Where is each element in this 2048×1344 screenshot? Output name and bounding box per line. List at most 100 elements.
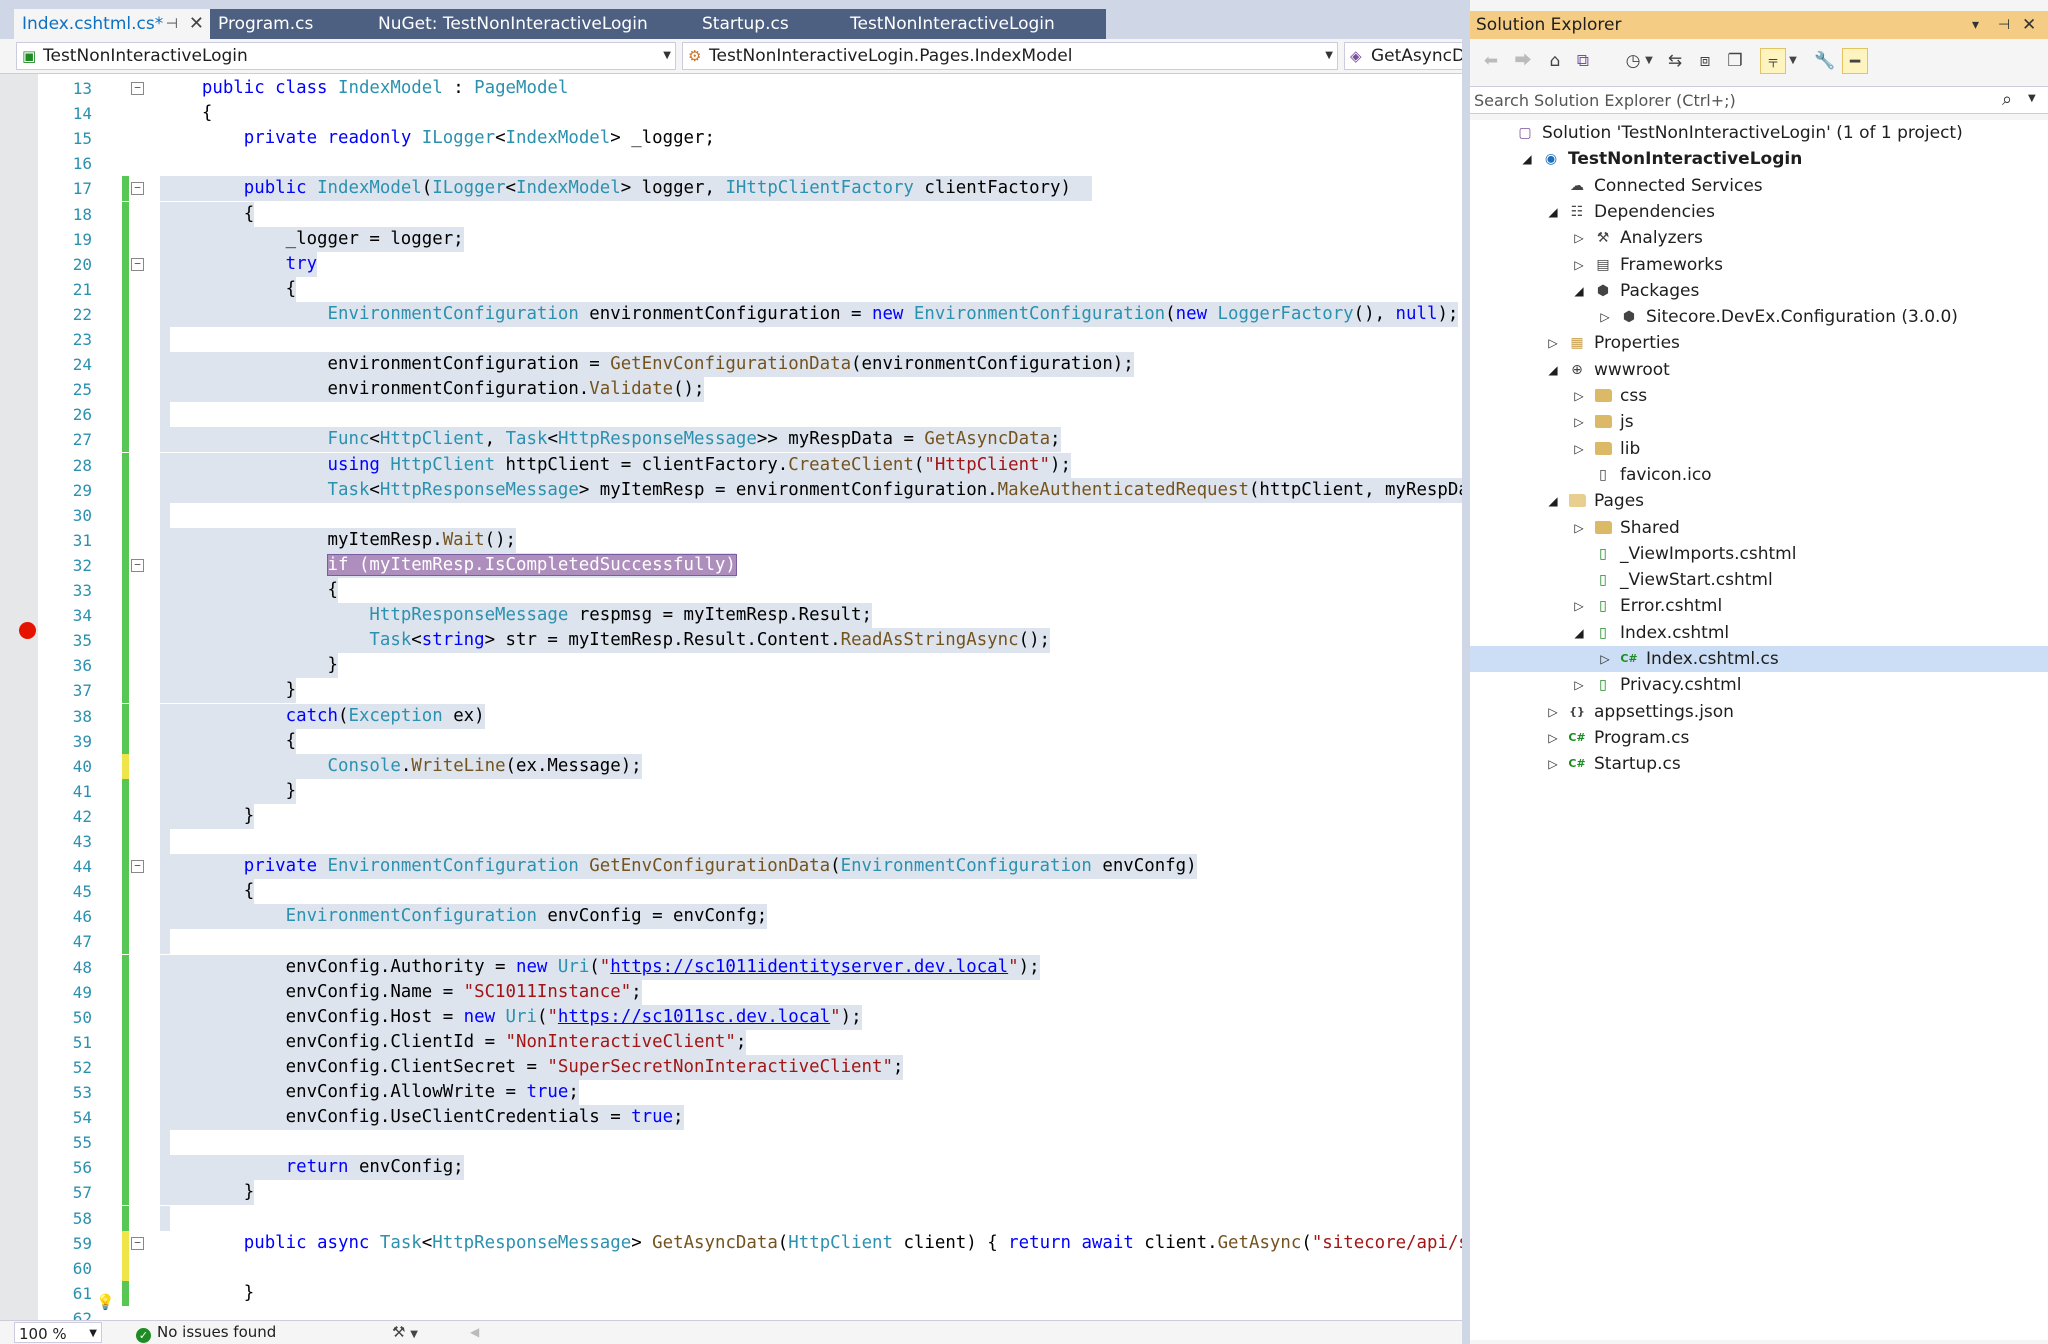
expanded-arrow-icon[interactable]: ◢ [1546, 488, 1560, 514]
code-line[interactable]: 47 [0, 929, 1462, 955]
pane-splitter[interactable] [1462, 0, 1470, 1344]
pin-icon[interactable]: ⊣ [166, 9, 178, 39]
tree-item[interactable]: ▷ C# Index.cshtml.cs [1470, 646, 2048, 672]
tree-item[interactable]: ▷ ▯ Privacy.cshtml [1470, 672, 2048, 698]
collapsed-arrow-icon[interactable]: ▷ [1546, 751, 1560, 777]
auto-hide-pin-icon[interactable]: ⊣ [1998, 11, 2010, 39]
tree-item[interactable]: ▯ _ViewStart.cshtml [1470, 567, 2048, 593]
code-line[interactable]: 43 [0, 829, 1462, 854]
code-line[interactable]: 54 envConfig.UseClientCredentials = true… [0, 1105, 1462, 1131]
show-all-files-icon[interactable]: ❐ [1722, 48, 1748, 74]
preview-pane-icon[interactable]: ━ [1842, 48, 1868, 74]
code-line[interactable]: 15 private readonly ILogger<IndexModel> … [0, 126, 1462, 151]
issues-indicator[interactable]: ✓ No issues found [136, 1321, 276, 1343]
code-line[interactable]: 32 − if (myItemResp.IsCompletedSuccessful… [0, 552, 1462, 578]
tree-item[interactable]: ▷ ▤ Frameworks [1470, 252, 2048, 278]
tree-item[interactable]: ▷ ▯ Error.cshtml [1470, 593, 2048, 619]
tree-item[interactable]: ▷ lib [1470, 436, 2048, 462]
tab-index-cshtml-cs[interactable]: Index.cshtml.cs* ⊣ ✕ [14, 9, 210, 39]
collapse-all-icon[interactable]: ⧈ [1692, 48, 1718, 74]
collapse-icon[interactable]: − [131, 860, 144, 874]
window-menu-icon[interactable]: ▾ [1972, 11, 1979, 39]
tree-item[interactable]: ▯ _ViewImports.cshtml [1470, 541, 2048, 567]
tree-item[interactable]: ◢ ☷ Dependencies [1470, 199, 2048, 225]
code-line[interactable]: 56 return envConfig; [0, 1155, 1462, 1181]
search-icon[interactable]: ⌕ [2002, 89, 2012, 110]
code-line[interactable]: 59 − public async Task<HttpResponseMessag… [0, 1230, 1462, 1256]
collapsed-arrow-icon[interactable]: ▷ [1572, 515, 1586, 541]
collapsed-arrow-icon[interactable]: ▷ [1572, 436, 1586, 462]
lightbulb-icon[interactable]: 💡 [96, 1294, 115, 1310]
collapsed-arrow-icon[interactable]: ▷ [1572, 252, 1586, 278]
solution-explorer-title-bar[interactable]: Solution Explorer ▾ ⊣ ✕ [1470, 11, 2048, 39]
tree-item[interactable]: ▷ C# Program.cs [1470, 725, 2048, 751]
collapsed-arrow-icon[interactable]: ▷ [1598, 646, 1612, 672]
code-line[interactable]: 42 } [0, 803, 1462, 829]
preview-selected-icon[interactable]: ⫧ [1760, 48, 1786, 74]
tree-item[interactable]: ▷ ⬢ Sitecore.DevEx.Configuration (3.0.0) [1470, 304, 2048, 330]
tree-item[interactable]: ▷ css [1470, 383, 2048, 409]
tree-item[interactable]: ◢ ▯ Index.cshtml [1470, 620, 2048, 646]
collapsed-arrow-icon[interactable]: ▷ [1598, 304, 1612, 330]
code-line[interactable]: 14 { [0, 101, 1462, 126]
close-icon[interactable]: ✕ [2022, 11, 2036, 39]
tree-item[interactable]: ▷ {} appsettings.json [1470, 699, 2048, 725]
collapsed-arrow-icon[interactable]: ▷ [1572, 672, 1586, 698]
code-line[interactable]: 18 { [0, 201, 1462, 227]
collapse-icon[interactable]: − [131, 257, 144, 271]
tree-item[interactable]: ▷ ▦ Properties [1470, 330, 2048, 356]
code-line[interactable]: 61 } [0, 1280, 1462, 1306]
code-line[interactable]: 57 } [0, 1180, 1462, 1206]
sync-icon[interactable]: ⇆ [1662, 48, 1688, 74]
code-line[interactable]: 60 [0, 1255, 1462, 1281]
collapsed-arrow-icon[interactable]: ▷ [1546, 330, 1560, 356]
code-line[interactable]: 33 { [0, 578, 1462, 603]
tree-item[interactable]: ▢ Solution 'TestNonInteractiveLogin' (1 o… [1470, 120, 2048, 146]
expanded-arrow-icon[interactable]: ◢ [1520, 146, 1534, 172]
search-input[interactable] [1474, 89, 1994, 111]
code-line[interactable]: 20 − try [0, 251, 1462, 277]
tree-item[interactable]: ◢ ⬢ Packages [1470, 278, 2048, 304]
code-line[interactable]: 25 environmentConfiguration.Validate(); [0, 377, 1462, 403]
collapse-icon[interactable]: − [131, 82, 144, 95]
collapsed-arrow-icon[interactable]: ▷ [1572, 225, 1586, 251]
properties-wrench-icon[interactable]: 🔧 [1812, 48, 1838, 74]
code-line[interactable]: 62 [0, 1306, 1462, 1320]
code-line[interactable]: 53 envConfig.AllowWrite = true; [0, 1080, 1462, 1105]
chevron-down-icon[interactable]: ▼ [1642, 48, 1656, 74]
tree-item[interactable]: ☁ Connected Services [1470, 173, 2048, 199]
code-line[interactable]: 17− public IndexModel(ILogger<IndexModel… [0, 176, 1462, 202]
collapsed-arrow-icon[interactable]: ▷ [1572, 383, 1586, 409]
code-line[interactable]: 23 [0, 327, 1462, 352]
close-icon[interactable]: ✕ [189, 9, 204, 39]
code-line[interactable]: 58 [0, 1205, 1462, 1231]
tree-item[interactable]: ▯ favicon.ico [1470, 462, 2048, 488]
tree-item[interactable]: ▷ ⚒ Analyzers [1470, 225, 2048, 251]
code-line[interactable]: 37 } [0, 678, 1462, 704]
code-line[interactable]: 29 Task<HttpResponseMessage> myItemResp … [0, 477, 1462, 503]
collapsed-arrow-icon[interactable]: ▷ [1546, 699, 1560, 725]
code-line[interactable]: 38 catch(Exception ex) [0, 703, 1462, 729]
tree-item[interactable]: ◢ ⊕ wwwroot [1470, 357, 2048, 383]
code-line[interactable]: 31 myItemResp.Wait(); [0, 527, 1462, 553]
breakpoint-icon[interactable] [19, 622, 36, 639]
code-line[interactable]: 40 Console.WriteLine(ex.Message); [0, 753, 1462, 779]
code-line[interactable]: 16 [0, 151, 1462, 176]
tab-project-properties[interactable]: TestNonInteractiveLogin [842, 9, 1106, 39]
code-line[interactable]: 22 EnvironmentConfiguration environmentC… [0, 301, 1462, 327]
collapsed-arrow-icon[interactable]: ▷ [1572, 409, 1586, 435]
home-icon[interactable]: ⌂ [1542, 48, 1568, 74]
code-line[interactable]: 24 environmentConfiguration = GetEnvConf… [0, 352, 1462, 378]
collapsed-arrow-icon[interactable]: ▷ [1546, 725, 1560, 751]
code-line[interactable]: 35 Task<string> str = myItemResp.Result.… [0, 628, 1462, 654]
expanded-arrow-icon[interactable]: ◢ [1572, 620, 1586, 646]
tree-item[interactable]: ▷ C# Startup.cs [1470, 751, 2048, 777]
code-line[interactable]: 30 [0, 502, 1462, 528]
code-line[interactable]: 46 EnvironmentConfiguration envConfig = … [0, 904, 1462, 930]
project-dropdown[interactable]: ▣ TestNonInteractiveLogin ▼ [16, 42, 676, 70]
chevron-down-icon[interactable]: ▼ [2028, 93, 2036, 104]
tab-program-cs[interactable]: Program.cs [210, 9, 370, 39]
forward-icon[interactable]: ⮕ [1510, 48, 1536, 74]
code-line[interactable]: 44 − private EnvironmentConfiguration Get… [0, 854, 1462, 880]
code-line[interactable]: 26 [0, 402, 1462, 428]
